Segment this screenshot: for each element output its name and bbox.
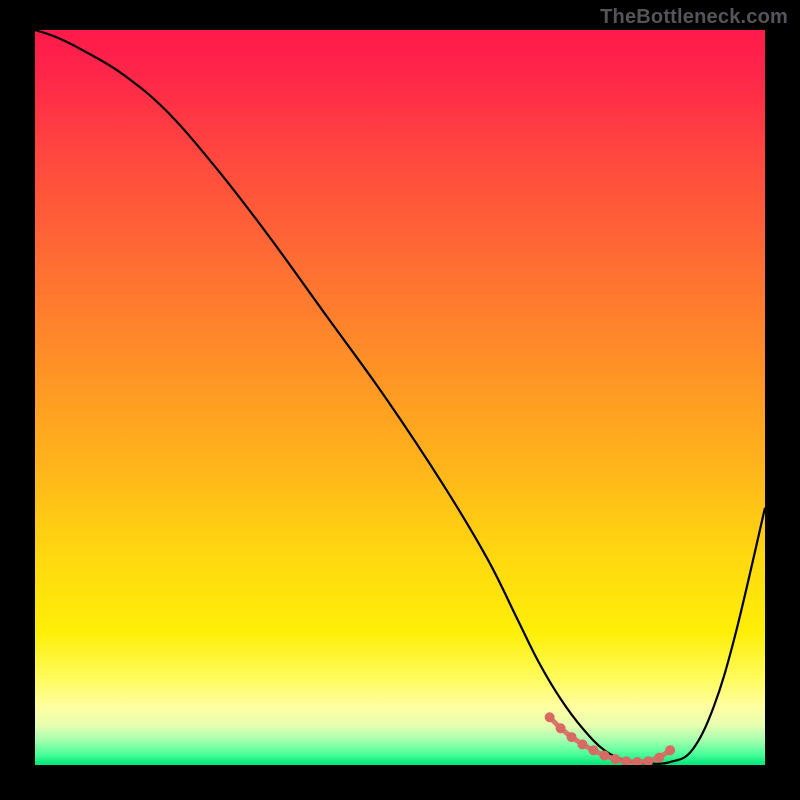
highlight-dot (567, 732, 577, 742)
bottleneck-curve (35, 30, 765, 764)
highlight-dot (545, 712, 555, 722)
highlight-dot (621, 756, 631, 765)
plot-area (35, 30, 765, 765)
highlight-dot (599, 750, 609, 760)
watermark-text: TheBottleneck.com (600, 6, 788, 29)
highlight-dot (654, 753, 664, 763)
curve-layer (35, 30, 765, 765)
highlight-dot (588, 745, 598, 755)
highlight-band (545, 712, 675, 765)
highlight-dot (632, 757, 642, 765)
highlight-dot (578, 739, 588, 749)
chart-frame: TheBottleneck.com (0, 0, 800, 800)
highlight-dot (610, 754, 620, 764)
highlight-dot (665, 745, 675, 755)
highlight-dot (556, 723, 566, 733)
